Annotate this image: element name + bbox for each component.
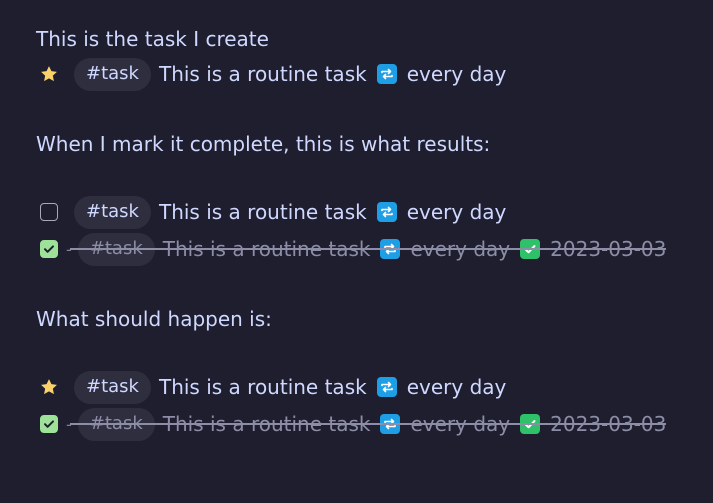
task-text: This is a routine task <box>158 375 367 399</box>
task-tag[interactable]: #task <box>74 57 151 91</box>
task-text: This is a routine task <box>158 200 367 224</box>
task-line-result-open: #task This is a routine task every day <box>38 194 506 230</box>
task-tag[interactable]: #task <box>74 370 151 404</box>
repeat-icon <box>376 377 397 397</box>
star-icon <box>38 63 60 85</box>
task-line-created: #task This is a routine task every day <box>38 56 506 92</box>
checkbox-checked-icon <box>40 240 58 258</box>
repeat-icon <box>376 202 397 222</box>
task-checkbox[interactable] <box>38 201 60 223</box>
task-text: This is a routine task <box>158 62 367 86</box>
task-recurrence: every day <box>406 200 507 224</box>
star-icon <box>38 376 60 398</box>
task-recurrence: every day <box>406 62 507 86</box>
task-checkbox[interactable] <box>38 238 60 260</box>
strikethrough-line <box>70 248 667 250</box>
strikethrough-line <box>70 423 667 425</box>
task-line-result-done: - #task This is a routine task every day… <box>38 231 667 267</box>
paragraph-result: When I mark it complete, this is what re… <box>36 132 491 156</box>
task-checkbox[interactable] <box>38 413 60 435</box>
checkbox-checked-icon <box>40 415 58 433</box>
task-line-expected-open: #task This is a routine task every day <box>38 369 506 405</box>
paragraph-intro: This is the task I create <box>36 27 269 51</box>
paragraph-expected: What should happen is: <box>36 307 272 331</box>
checkbox-unchecked-icon <box>40 203 58 221</box>
task-recurrence: every day <box>406 375 507 399</box>
task-line-expected-done: - #task This is a routine task every day… <box>38 406 667 442</box>
task-tag[interactable]: #task <box>74 195 151 229</box>
repeat-icon <box>376 64 397 84</box>
